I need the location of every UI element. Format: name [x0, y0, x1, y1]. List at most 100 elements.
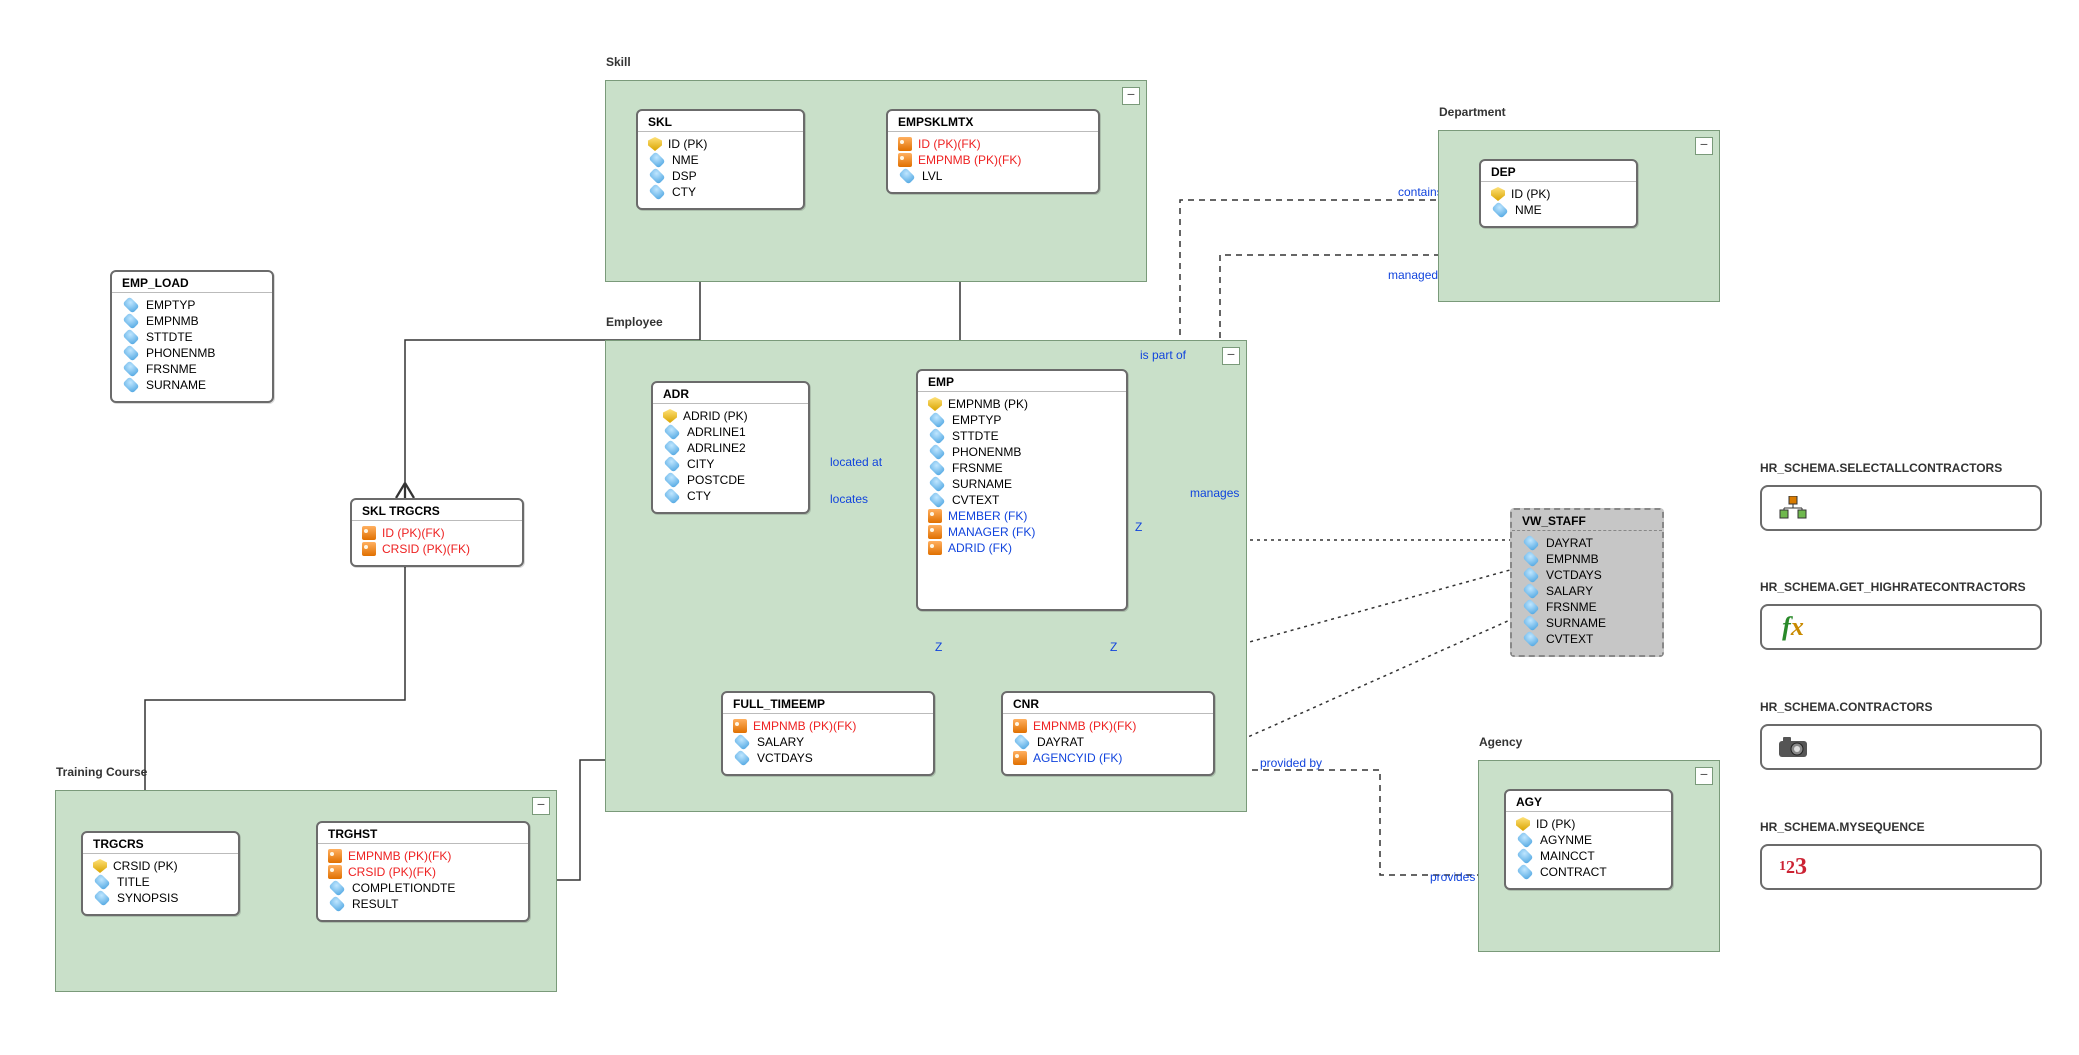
column-name: SALARY [757, 735, 804, 749]
column-row: TITLE [93, 874, 228, 890]
column-row: NME [1491, 202, 1626, 218]
entity-empsklmtx[interactable]: EMPSKLMTX ID (PK)(FK)EMPNMB (PK)(FK)LVL [886, 109, 1100, 194]
column-name: ADRID (FK) [948, 541, 1012, 555]
column-row: POSTCDE [663, 472, 798, 488]
column-row: ADRLINE1 [663, 424, 798, 440]
column-icon [1014, 734, 1031, 751]
group-training[interactable]: Training Course − TRGCRS CRSID (PK)TITLE… [55, 790, 557, 992]
column-row: CITY [663, 456, 798, 472]
column-row: CTY [663, 488, 798, 504]
column-name: STTDTE [146, 330, 193, 344]
group-skill[interactable]: Skill − SKL ID (PK)NMEDSPCTY EMPSKLMTX I… [605, 80, 1147, 282]
rel-located-at: located at [830, 455, 882, 469]
column-name: FRSNME [1546, 600, 1597, 614]
group-employee[interactable]: Employee − ADR ADRID (PK)ADRLINE1ADRLINE… [605, 340, 1247, 812]
schema-func[interactable]: fx [1760, 604, 2042, 650]
column-icon [94, 890, 111, 907]
view-vw-staff[interactable]: VW_STAFF DAYRATEMPNMBVCTDAYSSALARYFRSNME… [1510, 508, 1664, 657]
column-row: PHONENMB [928, 444, 1116, 460]
schema-sequence[interactable]: 123 [1760, 844, 2042, 890]
fk-icon [898, 137, 912, 151]
fk-icon [928, 541, 942, 555]
column-icon [664, 472, 681, 489]
fk-icon [328, 865, 342, 879]
collapse-icon[interactable]: − [1695, 137, 1713, 155]
schema-proc[interactable] [1760, 485, 2042, 531]
column-row: MANAGER (FK) [928, 524, 1116, 540]
collapse-icon[interactable]: − [1222, 347, 1240, 365]
column-row: FRSNME [122, 361, 262, 377]
collapse-icon[interactable]: − [1122, 87, 1140, 105]
entity-trgcrs[interactable]: TRGCRS CRSID (PK)TITLESYNOPSIS [81, 831, 240, 916]
column-name: ADRLINE1 [687, 425, 746, 439]
column-row: ID (PK) [1516, 816, 1661, 832]
column-name: ID (PK)(FK) [382, 526, 445, 540]
column-row: CRSID (PK)(FK) [362, 541, 512, 557]
entity-emp[interactable]: EMP EMPNMB (PK)EMPTYPSTTDTEPHONENMBFRSNM… [916, 369, 1128, 611]
column-icon [123, 345, 140, 362]
column-name: EMPNMB (PK)(FK) [918, 153, 1021, 167]
group-agency[interactable]: Agency − AGY ID (PK)AGYNMEMAINCCTCONTRAC… [1478, 760, 1720, 952]
group-title: Department [1439, 105, 1506, 119]
entity-emp-load[interactable]: EMP_LOAD EMPTYPEMPNMBSTTDTEPHONENMBFRSNM… [110, 270, 274, 403]
entity-columns: ID (PK)(FK)CRSID (PK)(FK) [352, 521, 522, 565]
column-icon [1523, 567, 1540, 584]
group-department[interactable]: Department − DEP ID (PK)NME [1438, 130, 1720, 302]
entity-title: EMP_LOAD [112, 272, 272, 293]
hierarchy-icon [1776, 495, 1810, 521]
rel-provides: provides [1430, 870, 1475, 884]
column-name: MANAGER (FK) [948, 525, 1035, 539]
entity-columns: DAYRATEMPNMBVCTDAYSSALARYFRSNMESURNAMECV… [1512, 531, 1662, 655]
column-icon [1523, 631, 1540, 648]
column-name: MAINCCT [1540, 849, 1595, 863]
column-name: VCTDAYS [1546, 568, 1602, 582]
column-icon [929, 476, 946, 493]
column-row: CVTEXT [928, 492, 1116, 508]
group-title: Agency [1479, 735, 1522, 749]
entity-agy[interactable]: AGY ID (PK)AGYNMEMAINCCTCONTRACT [1504, 789, 1673, 890]
column-row: SYNOPSIS [93, 890, 228, 906]
pk-icon [1516, 817, 1530, 831]
column-name: DAYRAT [1037, 735, 1084, 749]
column-name: SURNAME [952, 477, 1012, 491]
column-icon [1517, 832, 1534, 849]
column-name: EMPTYP [146, 298, 195, 312]
entity-skl[interactable]: SKL ID (PK)NMEDSPCTY [636, 109, 805, 210]
fk-icon [328, 849, 342, 863]
column-row: DAYRAT [1522, 535, 1652, 551]
column-row: ID (PK) [648, 136, 793, 152]
column-name: CTY [672, 185, 696, 199]
entity-title: SKL [638, 111, 803, 132]
column-row: FRSNME [928, 460, 1116, 476]
entity-title: EMPSKLMTX [888, 111, 1098, 132]
schema-snapshot[interactable] [1760, 724, 2042, 770]
column-name: EMPNMB (PK)(FK) [753, 719, 856, 733]
entity-skl-trgcrs[interactable]: SKL TRGCRS ID (PK)(FK)CRSID (PK)(FK) [350, 498, 524, 567]
entity-full-timeemp[interactable]: FULL_TIMEEMP EMPNMB (PK)(FK)SALARYVCTDAY… [721, 691, 935, 776]
entity-dep[interactable]: DEP ID (PK)NME [1479, 159, 1638, 228]
collapse-icon[interactable]: − [532, 797, 550, 815]
column-row: DSP [648, 168, 793, 184]
schema-seq-title: HR_SCHEMA.MYSEQUENCE [1760, 820, 1925, 834]
column-row: CONTRACT [1516, 864, 1661, 880]
collapse-icon[interactable]: − [1695, 767, 1713, 785]
column-name: EMPTYP [952, 413, 1001, 427]
entity-columns: EMPNMB (PK)(FK)DAYRATAGENCYID (FK) [1003, 714, 1213, 774]
column-icon [929, 428, 946, 445]
entity-cnr[interactable]: CNR EMPNMB (PK)(FK)DAYRATAGENCYID (FK) [1001, 691, 1215, 776]
camera-icon [1776, 734, 1810, 760]
column-row: ID (PK)(FK) [362, 525, 512, 541]
fk-icon [362, 526, 376, 540]
column-row: SURNAME [928, 476, 1116, 492]
column-icon [94, 874, 111, 891]
schema-proc-title: HR_SCHEMA.SELECTALLCONTRACTORS [1760, 461, 2002, 475]
column-row: STTDTE [122, 329, 262, 345]
column-row: ADRLINE2 [663, 440, 798, 456]
column-icon [329, 896, 346, 913]
column-name: EMPNMB [146, 314, 199, 328]
entity-trghst[interactable]: TRGHST EMPNMB (PK)(FK)CRSID (PK)(FK)COMP… [316, 821, 530, 922]
column-name: SALARY [1546, 584, 1593, 598]
column-row: ID (PK)(FK) [898, 136, 1088, 152]
column-icon [1523, 535, 1540, 552]
entity-adr[interactable]: ADR ADRID (PK)ADRLINE1ADRLINE2CITYPOSTCD… [651, 381, 810, 514]
